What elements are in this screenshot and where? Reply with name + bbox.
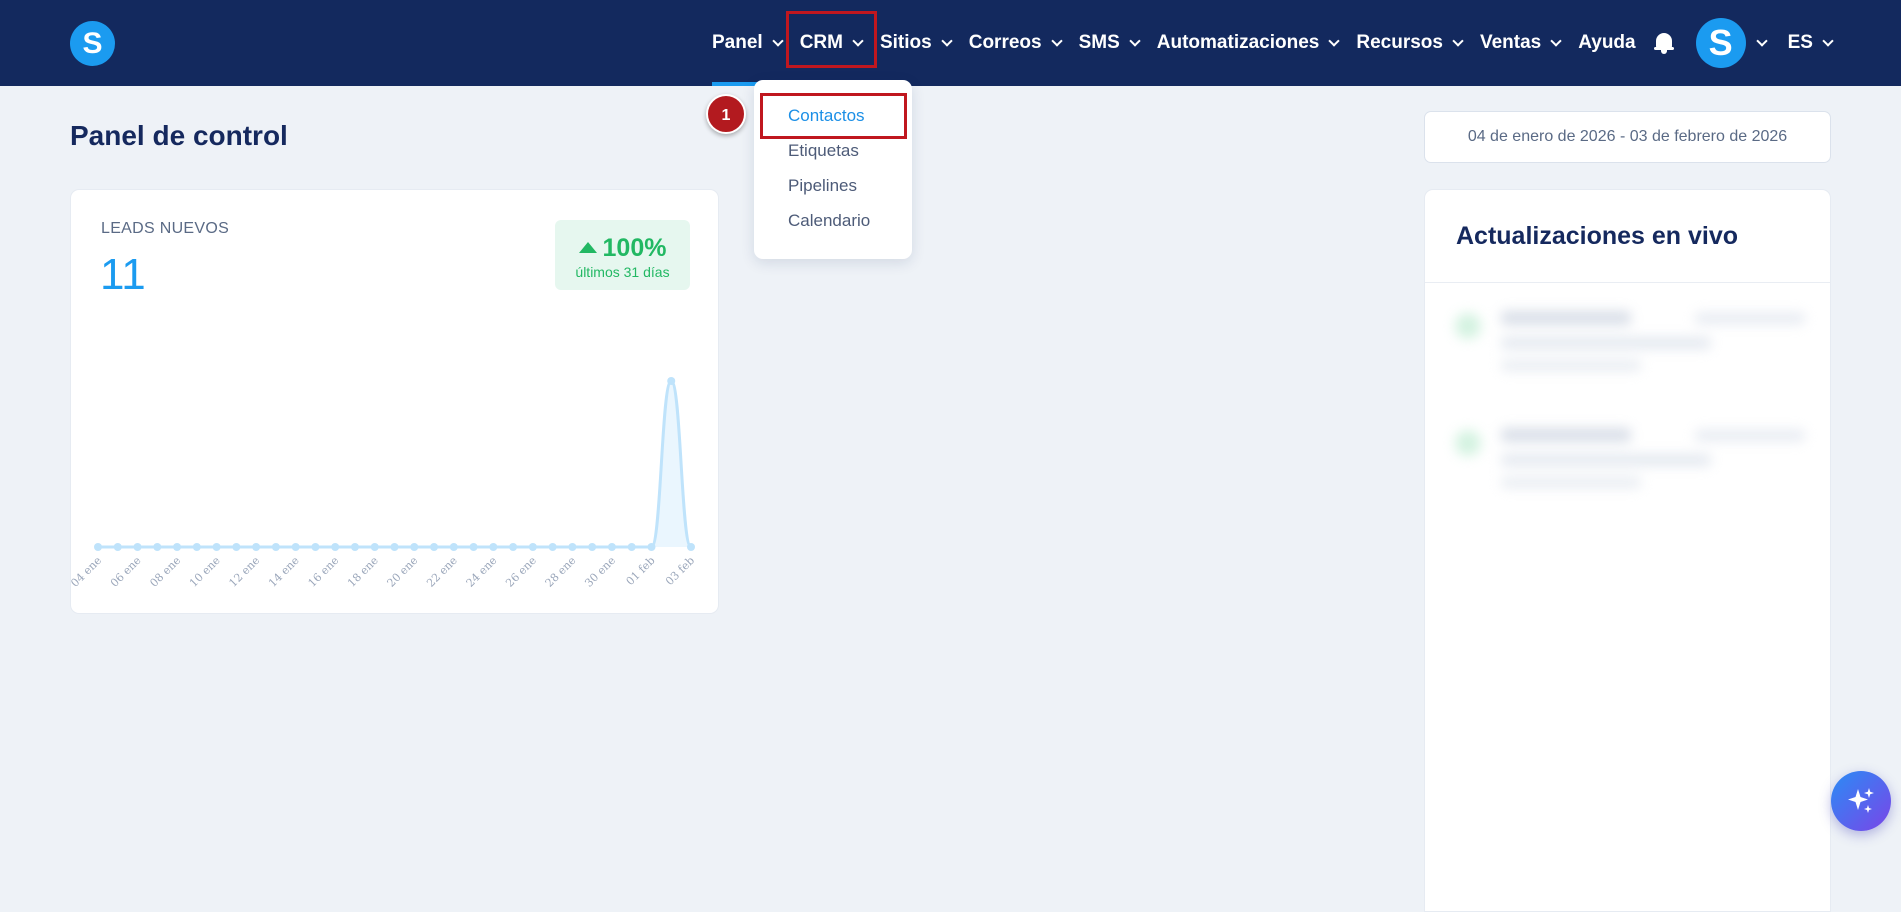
nav-ayuda[interactable]: Ayuda bbox=[1578, 0, 1635, 86]
chevron-down-icon bbox=[1328, 34, 1341, 47]
menu-item-pipelines[interactable]: Pipelines bbox=[788, 176, 857, 196]
chart-point[interactable] bbox=[489, 543, 498, 551]
date-range-picker[interactable]: 04 de enero de 2026 - 03 de febrero de 2… bbox=[1424, 111, 1831, 163]
live-update-item bbox=[1455, 422, 1805, 502]
contactos-highlight-box bbox=[760, 93, 907, 139]
nav-correos-label: Correos bbox=[968, 32, 1042, 53]
chart-point[interactable] bbox=[469, 543, 478, 551]
nav-correos[interactable]: Correos bbox=[968, 0, 1063, 86]
x-tick-label: 01 feb bbox=[624, 554, 658, 588]
chart-point[interactable] bbox=[252, 543, 261, 551]
nav-panel-label: Panel bbox=[712, 32, 763, 53]
crm-highlight-box bbox=[785, 11, 877, 68]
sparkle-icon bbox=[1848, 788, 1874, 813]
divider bbox=[1425, 282, 1830, 283]
chart-point[interactable] bbox=[331, 543, 340, 551]
chart-point[interactable] bbox=[113, 543, 122, 551]
chart-point[interactable] bbox=[548, 543, 557, 551]
chart-area bbox=[98, 381, 691, 547]
chart-point[interactable] bbox=[687, 543, 695, 551]
chart-point[interactable] bbox=[627, 543, 636, 551]
chart-point[interactable] bbox=[291, 543, 300, 551]
x-tick-label: 03 feb bbox=[663, 554, 697, 588]
chart-point[interactable] bbox=[509, 543, 518, 551]
chart-point[interactable] bbox=[588, 543, 597, 551]
chart-point[interactable] bbox=[607, 543, 616, 551]
nav-recursos[interactable]: Recursos bbox=[1356, 0, 1464, 86]
chart-point[interactable] bbox=[133, 543, 142, 551]
x-tick-label: 04 ene bbox=[71, 554, 104, 590]
chart-point[interactable] bbox=[449, 543, 458, 551]
chart-point[interactable] bbox=[232, 543, 241, 551]
nav-automatizaciones-label: Automatizaciones bbox=[1156, 32, 1320, 53]
nav-ventas[interactable]: Ventas bbox=[1479, 0, 1562, 86]
leads-card: LEADS NUEVOS 11 100% últimos 31 días 04 … bbox=[70, 189, 719, 614]
chart-point[interactable] bbox=[153, 543, 162, 551]
chart-point[interactable] bbox=[647, 543, 656, 551]
chart-point[interactable] bbox=[94, 543, 102, 551]
top-navbar: S Panel CRM Sitios Correos SMS Automatiz… bbox=[0, 0, 1901, 86]
chart-point[interactable] bbox=[430, 543, 439, 551]
main-nav: Panel CRM Sitios Correos SMS Automatizac… bbox=[712, 0, 1850, 86]
avatar[interactable]: S bbox=[1695, 18, 1746, 68]
nav-crm[interactable]: CRM bbox=[785, 0, 877, 86]
page-title: Panel de control bbox=[70, 120, 288, 151]
x-tick-label: 06 ene bbox=[108, 554, 144, 590]
chart-line bbox=[98, 379, 693, 549]
app-logo[interactable]: S bbox=[70, 21, 115, 66]
chevron-down-icon bbox=[1550, 34, 1562, 47]
chart-point[interactable] bbox=[311, 543, 320, 551]
chart-point[interactable] bbox=[212, 543, 221, 551]
ai-assistant-button[interactable] bbox=[1831, 771, 1891, 831]
nav-automatizaciones[interactable]: Automatizaciones bbox=[1156, 0, 1341, 86]
chevron-down-icon bbox=[1050, 34, 1063, 47]
live-updates-panel: Actualizaciones en vivo bbox=[1424, 189, 1831, 912]
nav-sitios[interactable]: Sitios bbox=[879, 0, 953, 86]
nav-panel[interactable]: Panel bbox=[712, 0, 784, 86]
chart-point[interactable] bbox=[667, 377, 676, 385]
chart-point[interactable] bbox=[528, 543, 537, 551]
live-updates-title: Actualizaciones en vivo bbox=[1456, 222, 1739, 250]
chart-point[interactable] bbox=[192, 543, 201, 551]
nav-ayuda-label: Ayuda bbox=[1578, 32, 1636, 53]
chart-point[interactable] bbox=[173, 543, 182, 551]
x-tick-label: 24 ene bbox=[464, 554, 500, 590]
chart-point[interactable] bbox=[568, 543, 577, 551]
x-tick-label: 26 ene bbox=[503, 554, 539, 590]
x-tick-label: 08 ene bbox=[147, 554, 183, 590]
chart-point[interactable] bbox=[350, 543, 359, 551]
nav-sms[interactable]: SMS bbox=[1078, 0, 1141, 86]
live-update-item bbox=[1455, 305, 1805, 385]
chart-point[interactable] bbox=[390, 543, 399, 551]
x-tick-label: 12 ene bbox=[226, 554, 262, 590]
x-tick-label: 30 ene bbox=[582, 554, 618, 590]
chevron-down-icon bbox=[772, 34, 784, 47]
nav-recursos-label: Recursos bbox=[1356, 32, 1443, 53]
chart-point[interactable] bbox=[271, 543, 280, 551]
nav-sms-label: SMS bbox=[1078, 32, 1120, 53]
x-tick-label: 22 ene bbox=[424, 554, 460, 590]
x-tick-label: 14 ene bbox=[266, 554, 302, 590]
step-badge: 1 bbox=[706, 94, 746, 134]
x-tick-label: 10 ene bbox=[187, 554, 223, 590]
menu-item-calendario[interactable]: Calendario bbox=[788, 211, 870, 231]
chart-point[interactable] bbox=[370, 543, 379, 551]
x-tick-label: 28 ene bbox=[543, 554, 579, 590]
bell-icon[interactable] bbox=[1653, 32, 1674, 54]
nav-ventas-label: Ventas bbox=[1479, 32, 1542, 53]
language-label: ES bbox=[1787, 32, 1813, 53]
menu-item-etiquetas[interactable]: Etiquetas bbox=[788, 141, 859, 161]
chevron-down-icon bbox=[1129, 34, 1141, 47]
chevron-down-icon[interactable] bbox=[1755, 34, 1768, 47]
x-tick-label: 20 ene bbox=[385, 554, 421, 590]
x-tick-label: 16 ene bbox=[306, 554, 342, 590]
nav-sitios-label: Sitios bbox=[879, 32, 932, 53]
chevron-down-icon bbox=[941, 34, 953, 47]
chart-point[interactable] bbox=[410, 543, 419, 551]
chevron-down-icon bbox=[1452, 34, 1464, 47]
x-tick-label: 18 ene bbox=[345, 554, 381, 590]
leads-chart: 04 ene 06 ene 08 ene 10 ene 12 ene 14 ene 16 e… bbox=[71, 377, 697, 590]
language-selector[interactable]: ES bbox=[1787, 0, 1834, 86]
chevron-down-icon bbox=[1822, 34, 1834, 47]
